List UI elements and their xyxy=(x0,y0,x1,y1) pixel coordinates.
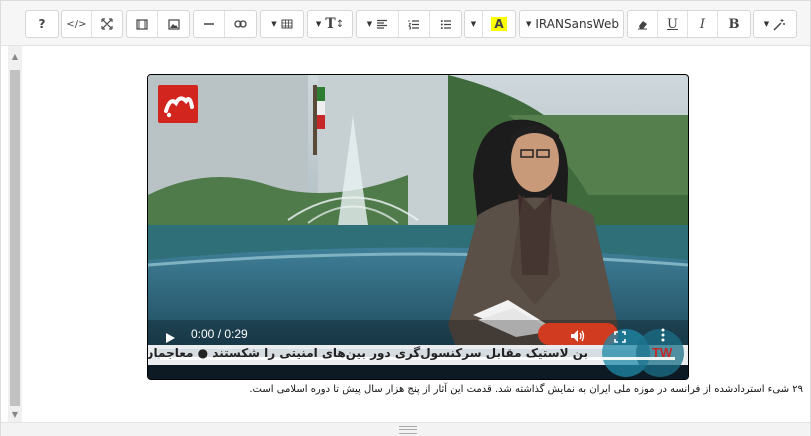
scroll-down-arrow-icon[interactable]: ▼ xyxy=(8,410,22,420)
style-dropdown[interactable]: ▼ xyxy=(754,11,796,37)
style-group: U I B xyxy=(627,10,751,38)
fullscreen-button[interactable] xyxy=(92,11,122,37)
link-button[interactable] xyxy=(225,11,256,37)
scrollbar[interactable]: ▲ ▼ xyxy=(8,46,22,422)
film-icon xyxy=(136,18,148,30)
scroll-up-arrow-icon[interactable]: ▲ xyxy=(8,52,22,62)
table-dropdown[interactable]: ▼ xyxy=(261,11,303,37)
align-left-icon xyxy=(377,19,388,29)
link-icon xyxy=(234,20,247,28)
font-color-button[interactable]: A xyxy=(483,11,515,37)
magic-wand-icon xyxy=(773,18,786,31)
align-dropdown[interactable]: ▼ xyxy=(357,11,399,37)
fullscreen-video-button[interactable] xyxy=(614,328,626,347)
underline-button[interactable]: U xyxy=(658,11,688,37)
bold-button[interactable]: B xyxy=(718,11,750,37)
chevron-down-icon: ▼ xyxy=(526,20,532,28)
font-family-group: ▼ IRANSansWeb xyxy=(519,10,624,38)
volume-icon xyxy=(571,330,585,342)
help-button[interactable]: ? xyxy=(26,11,58,37)
color-group: ▼ A xyxy=(464,10,516,38)
play-button[interactable] xyxy=(164,329,176,348)
media-group xyxy=(126,10,190,38)
more-options-button[interactable] xyxy=(660,327,666,346)
channel-watermark: TW xyxy=(652,345,673,360)
rich-text-editor: ? </> ▼ ▼ T ↕ ▼ ▼ A ▼ IRANSansWeb U I B … xyxy=(0,0,811,436)
news-ticker: بن لاستیک مقابل سرکنسول‌گری دور بین‌های … xyxy=(148,344,688,364)
image-icon xyxy=(167,18,180,30)
ticker-text: بن لاستیک مقابل سرکنسول‌گری دور بین‌های … xyxy=(148,346,588,360)
help-group: ? xyxy=(25,10,59,38)
chevron-down-icon: ▼ xyxy=(315,20,322,28)
insert-group xyxy=(193,10,257,38)
clear-format-button[interactable] xyxy=(628,11,658,37)
resize-bar[interactable] xyxy=(1,422,810,436)
text-size-icon: T xyxy=(325,16,336,32)
chevron-down-icon: ▼ xyxy=(271,20,277,28)
play-icon xyxy=(166,333,175,343)
text-height-icon: ↕ xyxy=(335,18,345,30)
scroll-thumb[interactable] xyxy=(10,70,20,406)
text-size-dropdown[interactable]: ▼ T ↕ xyxy=(308,11,352,37)
unordered-list-button[interactable] xyxy=(430,11,461,37)
resize-grip-icon[interactable] xyxy=(399,426,417,434)
horizontal-rule-button[interactable] xyxy=(194,11,225,37)
fullscreen-icon xyxy=(101,18,113,30)
mute-button[interactable] xyxy=(570,328,586,347)
italic-button[interactable]: I xyxy=(688,11,718,37)
chevron-down-icon: ▼ xyxy=(470,20,477,28)
ordered-list-button[interactable] xyxy=(399,11,430,37)
font-color-icon: A xyxy=(491,17,507,31)
unordered-list-icon xyxy=(440,19,451,29)
text-size-group: ▼ T ↕ xyxy=(307,10,353,38)
video-time: 0:00 / 0:29 xyxy=(191,327,248,341)
eraser-icon xyxy=(638,20,647,29)
chevron-down-icon: ▼ xyxy=(366,20,373,28)
magic-group: ▼ xyxy=(753,10,797,38)
table-group: ▼ xyxy=(260,10,304,38)
editor-toolbar: ? </> ▼ ▼ T ↕ ▼ ▼ A ▼ IRANSansWeb U I B … xyxy=(1,1,810,46)
paragraph-group: ▼ xyxy=(356,10,462,38)
ordered-list-icon xyxy=(408,19,419,29)
view-group: </> xyxy=(61,10,123,38)
table-icon xyxy=(281,19,293,29)
chevron-down-icon: ▼ xyxy=(763,20,770,28)
color-dropdown[interactable]: ▼ xyxy=(465,11,483,37)
content-paragraph[interactable]: ۲۹ شیء استردادشده از فرانسه در موزه ملی … xyxy=(249,384,803,395)
video-button[interactable] xyxy=(127,11,158,37)
minus-icon xyxy=(204,23,214,25)
embedded-video[interactable]: بن لاستیک مقابل سرکنسول‌گری دور بین‌های … xyxy=(147,74,689,380)
font-family-dropdown[interactable]: ▼ IRANSansWeb xyxy=(520,11,623,37)
font-family-label: IRANSansWeb xyxy=(535,17,619,31)
more-vertical-icon xyxy=(661,328,665,342)
expand-icon xyxy=(614,331,626,343)
channel-logo xyxy=(158,85,198,123)
code-view-button[interactable]: </> xyxy=(62,11,92,37)
mehr-logo-icon xyxy=(164,96,194,118)
picture-button[interactable] xyxy=(158,11,189,37)
